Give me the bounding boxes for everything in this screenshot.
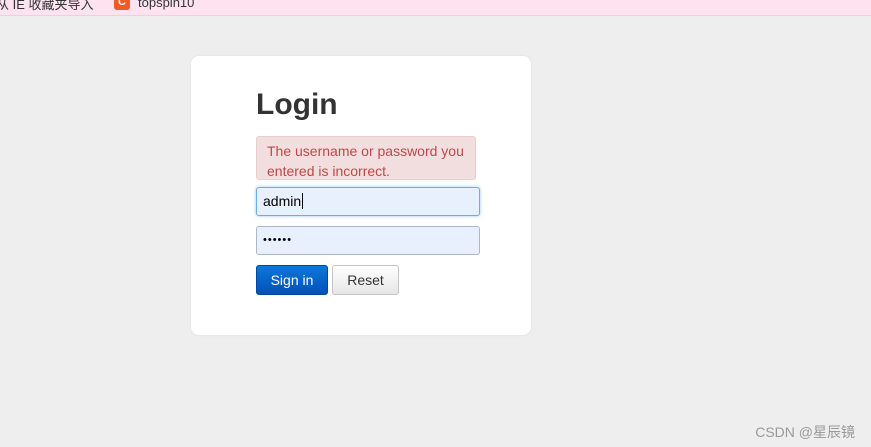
bookmark-topspin[interactable]: C topspin10 (114, 0, 194, 10)
password-input[interactable]: •••••• (256, 226, 480, 255)
watermark: CSDN @星辰镜 (755, 424, 855, 440)
page-title: Login (256, 88, 338, 121)
login-card: Login The username or password you enter… (191, 56, 531, 335)
bookmark-label: topspin10 (138, 0, 195, 10)
text-caret (302, 193, 304, 209)
error-alert: The username or password you entered is … (256, 136, 476, 180)
bookmark-import[interactable]: 从 IE 收藏夹导入 (0, 0, 94, 13)
username-value: admin (263, 193, 302, 209)
sign-in-button[interactable]: Sign in (256, 265, 328, 295)
username-input[interactable]: admin (256, 187, 480, 216)
reset-button[interactable]: Reset (332, 265, 399, 295)
bookmarks-bar: 从 IE 收藏夹导入 C topspin10 (0, 0, 871, 16)
csdn-icon: C (114, 0, 130, 10)
password-value: •••••• (263, 234, 293, 246)
